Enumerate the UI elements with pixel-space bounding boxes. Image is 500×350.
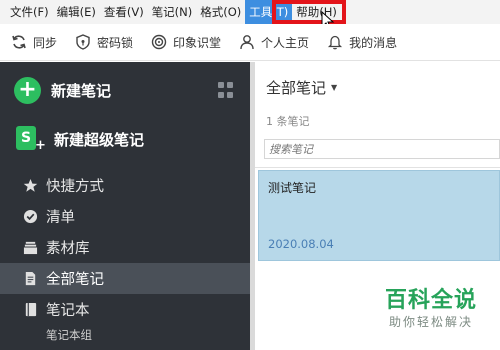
menu-view[interactable]: 查看(V) (100, 0, 148, 24)
sidebar-item-shortcuts[interactable]: 快捷方式 (0, 170, 250, 201)
note-icon (22, 271, 38, 287)
menu-note[interactable]: 笔记(N) (148, 0, 197, 24)
my-messages-button[interactable]: 我的消息 (326, 30, 397, 54)
sidebar-item-label: 清单 (46, 210, 75, 226)
menu-format[interactable]: 格式(O) (196, 0, 245, 24)
sidebar-item-label: 快捷方式 (46, 179, 104, 195)
grid-icon[interactable] (218, 82, 234, 98)
watermark-title: 百科全说 (384, 288, 477, 313)
toolbar: 同步 密码锁 印象识堂 个人主页 我的消息 (0, 24, 500, 61)
password-lock-label: 密码锁 (97, 35, 134, 50)
note-list-title-text: 全部笔记 (266, 79, 327, 97)
sidebar-item-notebooks[interactable]: 笔记本 (0, 294, 250, 325)
target-icon (150, 33, 168, 51)
yinxiang-shitang-label: 印象识堂 (173, 35, 222, 50)
sidebar-item-label: 素材库 (46, 241, 90, 257)
shield-lock-icon (74, 33, 92, 51)
bell-icon (326, 33, 344, 51)
sidebar-subitem-notebook-group[interactable]: 笔记本组 (0, 325, 250, 345)
personal-homepage-button[interactable]: 个人主页 (238, 30, 309, 54)
notebook-icon (22, 302, 38, 318)
note-title: 测试笔记 (268, 181, 317, 195)
new-note-label: 新建笔记 (51, 81, 112, 100)
personal-homepage-label: 个人主页 (261, 35, 310, 50)
my-messages-label: 我的消息 (349, 35, 398, 50)
note-card[interactable]: 测试笔记 2020.08.04 (258, 170, 500, 261)
sidebar-item-label: 笔记本 (46, 303, 90, 319)
sidebar-item-all-notes[interactable]: 全部笔记 (0, 263, 250, 294)
sync-label: 同步 (33, 35, 58, 50)
menu-file[interactable]: 文件(F) (6, 0, 53, 24)
sidebar: + 新建笔记 S + 新建超级笔记 快捷方式 清单 素材库 全部笔记 笔记本 笔… (0, 62, 250, 350)
note-count: 1 条笔记 (266, 115, 310, 128)
new-note-button[interactable]: + 新建笔记 (14, 76, 111, 104)
sidebar-item-label: 全部笔记 (46, 272, 104, 288)
sidebar-item-material-library[interactable]: 素材库 (0, 232, 250, 263)
sync-button[interactable]: 同步 (10, 30, 57, 54)
sidebar-nav: 快捷方式 清单 素材库 全部笔记 笔记本 笔记本组 (0, 170, 250, 345)
new-super-note-button[interactable]: S + 新建超级笔记 (16, 124, 144, 154)
note-list-title[interactable]: 全部笔记 ▼ (266, 77, 337, 98)
yinxiang-shitang-button[interactable]: 印象识堂 (150, 30, 221, 54)
watermark: 百科全说 助你轻松解决 (370, 288, 492, 330)
password-lock-button[interactable]: 密码锁 (74, 30, 133, 54)
menu-tools[interactable]: 工具(T) (245, 0, 293, 24)
watermark-subtitle: 助你轻松解决 (388, 315, 473, 329)
menu-bar: 文件(F) 编辑(E) 查看(V) 笔记(N) 格式(O) 工具(T) 帮助(H… (0, 0, 500, 24)
star-icon (22, 178, 38, 194)
menu-edit[interactable]: 编辑(E) (53, 0, 100, 24)
caret-down-icon: ▼ (331, 83, 338, 92)
sidebar-item-checklist[interactable]: 清单 (0, 201, 250, 232)
new-super-note-label: 新建超级笔记 (54, 130, 145, 149)
super-note-letter: S (16, 126, 36, 150)
sync-icon (10, 33, 28, 51)
stack-icon (22, 240, 38, 256)
search-input[interactable] (264, 139, 500, 159)
super-note-icon: S + (16, 126, 46, 153)
person-icon (238, 33, 256, 51)
note-date: 2020.08.04 (268, 237, 334, 251)
separator (255, 167, 500, 168)
check-circle-icon (22, 209, 38, 225)
plus-circle-icon: + (14, 76, 41, 104)
